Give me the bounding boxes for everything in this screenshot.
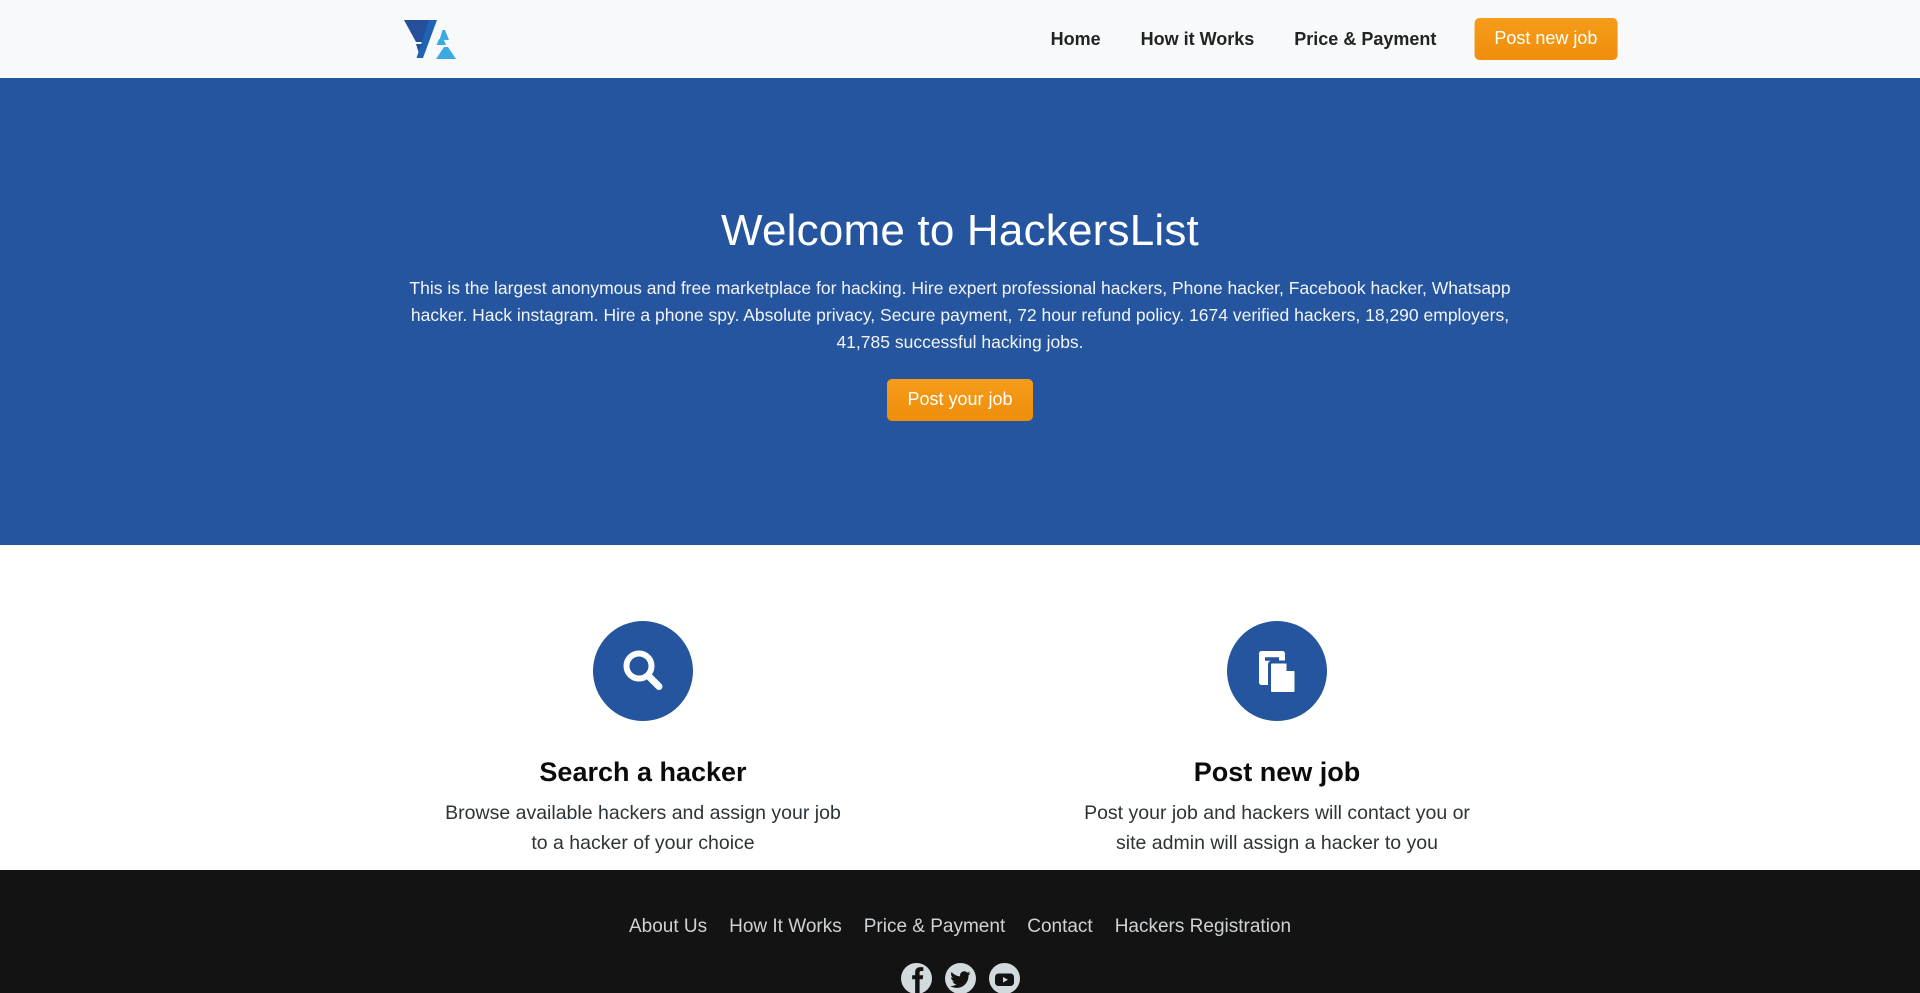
hackerslist-logo-icon[interactable] [403, 17, 469, 61]
footer-link-contact[interactable]: Contact [1016, 916, 1103, 938]
feature-card-search-hacker[interactable]: Search a hacker Browse available hackers… [443, 621, 843, 870]
social-links [0, 963, 1920, 993]
footer-link-how-it-works[interactable]: How It Works [718, 916, 853, 938]
copy-documents-icon [1259, 651, 1298, 695]
copy-documents-icon-circle [1227, 621, 1327, 721]
hero-section: Welcome to HackersList This is the large… [0, 78, 1920, 545]
search-icon-circle [593, 621, 693, 721]
site-header: Home How it Works Price & Payment Post n… [0, 0, 1920, 78]
post-new-job-button[interactable]: Post new job [1474, 18, 1618, 60]
feature-description: Post your job and hackers will contact y… [1084, 802, 1470, 854]
feature-title: Post new job [1193, 757, 1361, 787]
hero-cta-wrapper: Post your job [0, 379, 1920, 422]
search-icon [623, 650, 663, 690]
post-your-job-button[interactable]: Post your job [887, 379, 1033, 422]
nav-item-price-payment[interactable]: Price & Payment [1274, 29, 1456, 50]
main-navigation: Home How it Works Price & Payment Post n… [1031, 18, 1618, 60]
footer-link-hackers-registration[interactable]: Hackers Registration [1104, 916, 1302, 938]
site-footer: About Us How It Works Price & Payment Co… [0, 870, 1920, 993]
feature-description: Browse available hackers and assign your… [445, 802, 841, 854]
footer-link-about-us[interactable]: About Us [618, 916, 718, 938]
youtube-icon[interactable] [988, 963, 1020, 993]
footer-navigation: About Us How It Works Price & Payment Co… [0, 916, 1920, 938]
nav-item-how-it-works[interactable]: How it Works [1121, 29, 1275, 50]
nav-item-home[interactable]: Home [1031, 29, 1121, 50]
footer-link-price-payment[interactable]: Price & Payment [853, 916, 1017, 938]
twitter-icon[interactable] [944, 963, 976, 993]
facebook-icon[interactable] [900, 963, 932, 993]
feature-title: Search a hacker [539, 757, 747, 787]
hero-title: Welcome to HackersList [721, 206, 1199, 255]
features-section: Search a hacker Browse available hackers… [0, 545, 1920, 870]
feature-card-post-new-job[interactable]: Post new job Post your job and hackers w… [1077, 621, 1477, 870]
hero-description: This is the largest anonymous and free m… [409, 278, 1511, 353]
